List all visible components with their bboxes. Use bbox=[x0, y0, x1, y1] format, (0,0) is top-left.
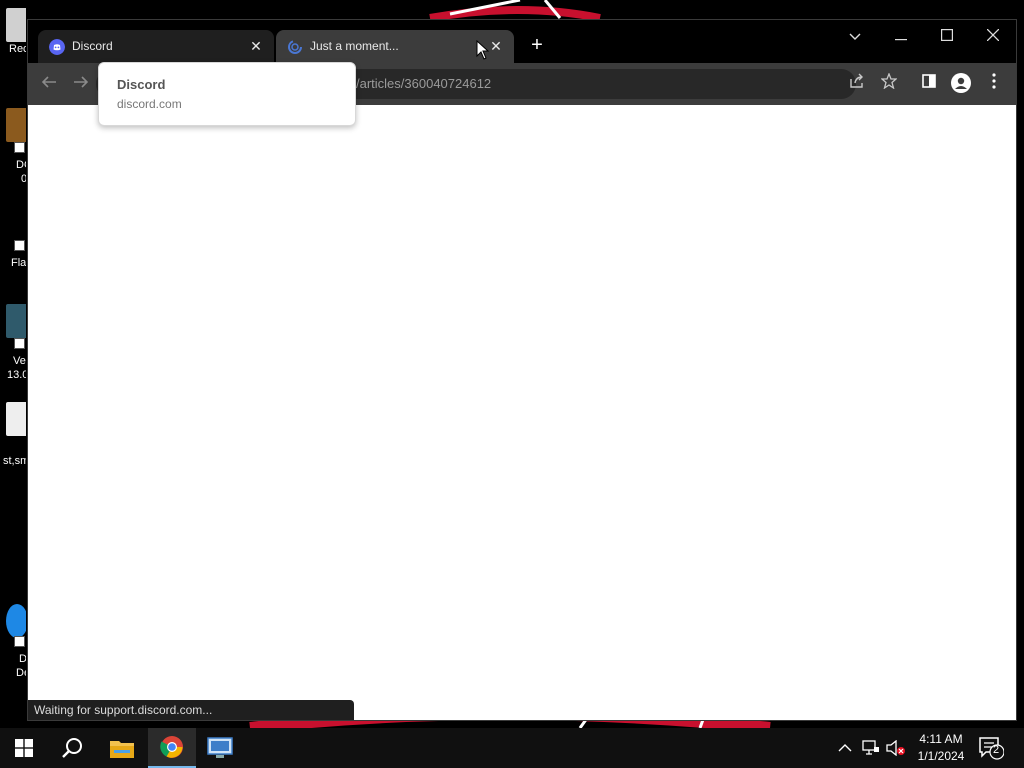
desktop-icon-discord[interactable]: D De bbox=[0, 604, 26, 680]
discord-app-icon bbox=[6, 604, 26, 638]
desktop-icon-label: Fla bbox=[11, 257, 26, 269]
close-icon bbox=[986, 28, 1000, 42]
clock-time: 4:11 AM bbox=[919, 732, 963, 746]
tab-search-button[interactable] bbox=[832, 22, 878, 52]
notification-icon bbox=[979, 737, 1005, 760]
start-button[interactable] bbox=[0, 728, 48, 768]
taskbar: 4:11 AM 1/1/2024 2 bbox=[0, 728, 1024, 768]
back-button[interactable] bbox=[38, 73, 60, 95]
action-center-button[interactable]: 2 bbox=[978, 736, 1005, 760]
shortcut-arrow-icon bbox=[14, 636, 25, 647]
desktop-icon-label: 0 bbox=[21, 173, 26, 185]
close-window-button[interactable] bbox=[970, 22, 1016, 52]
hover-card-title: Discord bbox=[117, 77, 166, 92]
hover-card-domain: discord.com bbox=[117, 97, 182, 111]
desktop-icon-file[interactable]: st,sm bbox=[0, 402, 26, 468]
side-panel-button[interactable] bbox=[918, 73, 940, 95]
desktop-icon-label: st,sm bbox=[3, 455, 26, 467]
system-tray bbox=[838, 728, 906, 768]
taskbar-search-button[interactable] bbox=[48, 728, 96, 768]
desktop-icon-label: DC bbox=[16, 159, 26, 171]
file-icon bbox=[6, 402, 26, 436]
star-icon bbox=[880, 72, 898, 90]
kebab-menu-icon bbox=[992, 73, 996, 89]
tab-strip: Discord ✕ Just a moment... ✕ + bbox=[28, 20, 1016, 63]
loading-spinner-icon bbox=[288, 40, 302, 54]
tab-title: Discord bbox=[72, 39, 113, 53]
file-explorer-icon bbox=[110, 741, 134, 758]
tab-title: Just a moment... bbox=[310, 39, 399, 53]
app-icon bbox=[6, 108, 26, 142]
menu-button[interactable] bbox=[983, 73, 1005, 95]
discord-icon bbox=[49, 39, 65, 55]
profile-avatar-icon bbox=[951, 73, 971, 93]
volume-muted-icon[interactable] bbox=[886, 740, 906, 756]
desktop-icon-flash[interactable]: Fla bbox=[0, 208, 26, 270]
flash-icon bbox=[6, 208, 26, 242]
taskbar-file-explorer[interactable] bbox=[98, 728, 146, 768]
desktop-icon-label: Rec bbox=[9, 43, 26, 55]
forward-button[interactable] bbox=[70, 73, 92, 95]
taskbar-chrome[interactable] bbox=[148, 728, 196, 768]
desktop-icon-label: Ve bbox=[13, 355, 26, 367]
desktop-icon-label: D bbox=[19, 653, 26, 665]
shortcut-arrow-icon bbox=[14, 338, 25, 349]
taskbar-remote-desktop[interactable] bbox=[196, 728, 244, 768]
network-icon[interactable] bbox=[862, 740, 880, 756]
windows-start-icon bbox=[15, 739, 33, 757]
search-icon bbox=[62, 738, 82, 758]
back-arrow-icon bbox=[41, 76, 56, 88]
forward-arrow-icon bbox=[74, 76, 89, 88]
desktop-icon-label: 13.0 bbox=[7, 369, 26, 381]
clock-date: 1/1/2024 bbox=[917, 749, 965, 763]
maximize-icon bbox=[941, 29, 954, 42]
remote-desktop-icon bbox=[207, 737, 233, 758]
new-tab-button[interactable]: + bbox=[526, 34, 548, 56]
desktop-icon-vegas[interactable]: Ve 13.0 bbox=[0, 304, 26, 382]
desktop-icon-label: De bbox=[16, 667, 26, 679]
page-content[interactable] bbox=[28, 105, 1016, 720]
chrome-icon bbox=[160, 736, 183, 758]
side-panel-icon bbox=[922, 74, 936, 88]
status-bubble: Waiting for support.discord.com... bbox=[28, 700, 354, 720]
mouse-cursor-icon bbox=[476, 40, 490, 60]
profile-button[interactable] bbox=[950, 73, 972, 95]
maximize-button[interactable] bbox=[924, 22, 970, 52]
taskbar-clock[interactable]: 4:11 AM 1/1/2024 bbox=[906, 731, 976, 765]
share-button[interactable] bbox=[846, 73, 868, 95]
tab-discord[interactable]: Discord ✕ bbox=[38, 30, 274, 63]
chevron-up-icon[interactable] bbox=[838, 743, 852, 753]
recycle-bin-icon bbox=[6, 8, 26, 42]
minimize-icon bbox=[895, 39, 907, 41]
url-text[interactable]: /articles/360040724612 bbox=[356, 76, 491, 91]
notification-count: 2 bbox=[993, 744, 1000, 756]
share-icon bbox=[850, 73, 863, 88]
tab-close-icon[interactable]: ✕ bbox=[246, 36, 266, 56]
desktop-icon-dc[interactable]: DC 0 bbox=[0, 108, 26, 186]
shortcut-arrow-icon bbox=[14, 240, 25, 251]
bookmark-button[interactable] bbox=[878, 72, 900, 95]
desktop-icon-recycle-bin[interactable]: Rec bbox=[0, 8, 26, 56]
tab-hover-card: Discord discord.com bbox=[98, 62, 356, 126]
chevron-down-icon bbox=[849, 33, 861, 40]
shortcut-arrow-icon bbox=[14, 142, 25, 153]
minimize-button[interactable] bbox=[878, 22, 924, 52]
vegas-icon bbox=[6, 304, 26, 338]
